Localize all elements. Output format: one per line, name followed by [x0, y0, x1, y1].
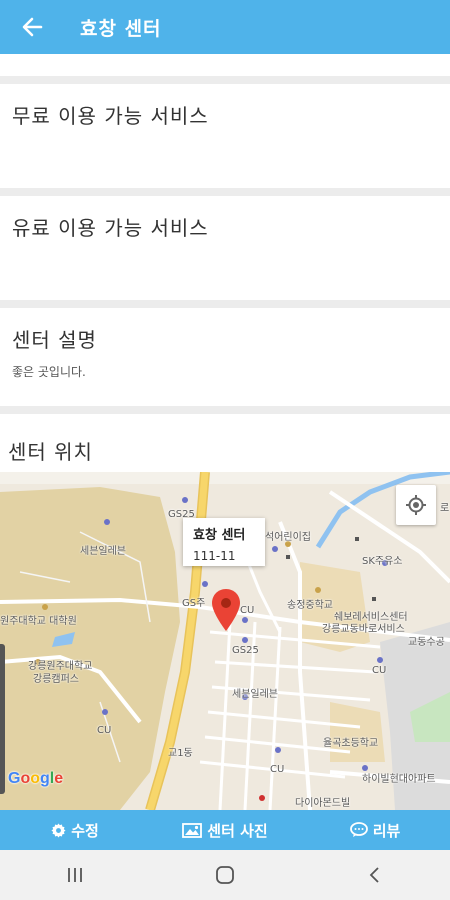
recent-apps-icon — [68, 868, 82, 882]
location-title: 센터 위치 — [8, 440, 93, 464]
paid-services-title: 유료 이용 가능 서비스 — [12, 216, 209, 240]
chat-icon — [349, 822, 368, 837]
info-window-name: 효창 센터 — [193, 528, 246, 543]
gear-icon — [51, 822, 66, 838]
info-window-address: 111-11 — [193, 549, 236, 563]
app-bar: 효창 센터 — [0, 0, 450, 54]
map-label: SK주유소 — [362, 556, 403, 567]
system-nav-bar — [0, 850, 450, 900]
map-label: 로 — [440, 503, 450, 514]
center-photos-tab[interactable]: 센터 사진 — [150, 810, 300, 850]
map-label: 율곡초등학교 — [323, 738, 379, 749]
arrow-left-icon — [22, 17, 43, 37]
review-tab-label: 리뷰 — [372, 821, 401, 840]
map-label: 교1동 — [168, 748, 193, 759]
top-spacer-card — [0, 54, 450, 76]
my-location-button[interactable] — [396, 485, 436, 525]
description-card: 센터 설명 좋은 곳입니다. — [0, 308, 450, 406]
map-label: 강릉캠퍼스 — [33, 674, 79, 685]
free-services-title: 무료 이용 가능 서비스 — [12, 104, 209, 128]
edit-tab[interactable]: 수정 — [0, 810, 150, 850]
map-label: CU — [97, 725, 112, 736]
map-label: 석어린이집 — [265, 532, 311, 543]
back-button[interactable] — [0, 0, 64, 54]
page-title: 효창 센터 — [80, 17, 162, 40]
map-label: CU — [240, 605, 255, 616]
description-title: 센터 설명 — [12, 328, 97, 352]
map-label: 세븐일레븐 — [232, 689, 278, 700]
map-label: 강릉교동바로서비스 — [322, 624, 405, 635]
map-label: 교동수공 — [408, 637, 445, 648]
map-label: 세븐일레븐 — [80, 546, 126, 557]
nav-back-icon — [369, 867, 379, 883]
free-services-card: 무료 이용 가능 서비스 — [0, 84, 450, 188]
edit-tab-label: 수정 — [71, 821, 99, 840]
map-info-window[interactable]: 효창 센터 111-11 — [183, 518, 265, 566]
center-photos-tab-label: 센터 사진 — [207, 821, 268, 840]
crosshair-icon — [406, 495, 426, 515]
map-label: CU — [270, 764, 285, 775]
map-label: 송정중학교 — [287, 600, 333, 611]
google-logo: Google — [8, 770, 64, 787]
home-icon — [216, 866, 234, 884]
nav-back-button[interactable] — [345, 855, 405, 895]
map-marker-icon[interactable] — [212, 589, 240, 631]
image-icon — [182, 822, 203, 838]
map-label: 하이빌현대아파트 — [362, 774, 436, 785]
map-label: 원주대학교 대학원 — [0, 616, 77, 627]
home-button[interactable] — [195, 855, 255, 895]
recent-apps-button[interactable] — [45, 855, 105, 895]
map-label: CU — [372, 665, 387, 676]
bottom-tab-bar: 수정 센터 사진 리뷰 — [0, 810, 450, 850]
content: 무료 이용 가능 서비스 유료 이용 가능 서비스 센터 설명 좋은 곳입니다.… — [0, 54, 450, 472]
location-card: 센터 위치 — [0, 414, 450, 472]
review-tab[interactable]: 리뷰 — [300, 810, 450, 850]
description-text: 좋은 곳입니다. — [12, 365, 86, 379]
paid-services-card: 유료 이용 가능 서비스 — [0, 196, 450, 300]
map-label: GS주 — [182, 598, 206, 609]
map-label: GS25 — [232, 645, 259, 656]
map-label: 다이아몬드빌 — [295, 798, 351, 809]
side-edge-handle — [0, 644, 5, 794]
